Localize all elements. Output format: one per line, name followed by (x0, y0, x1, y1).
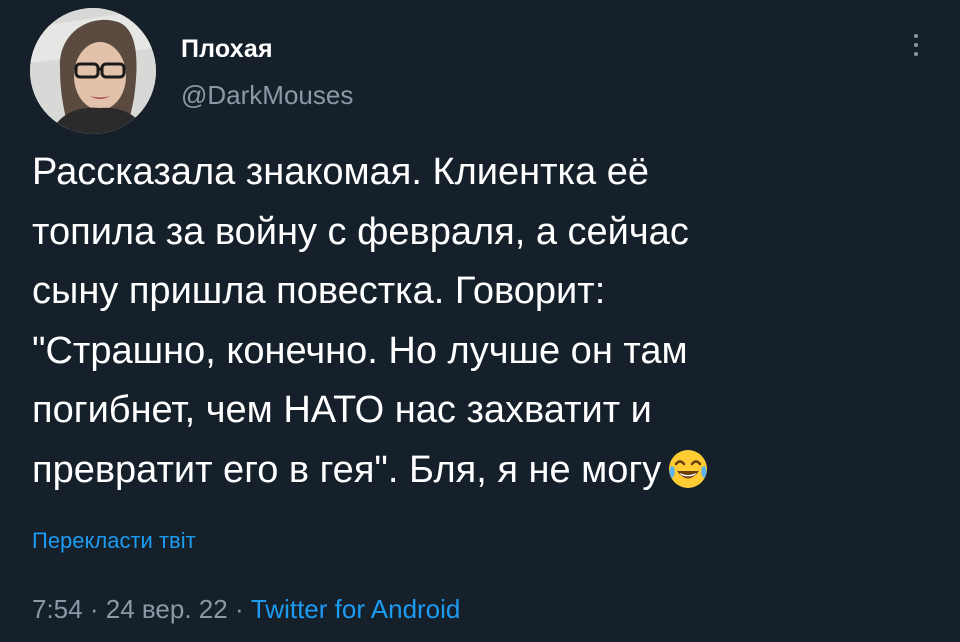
meta-separator: · (89, 594, 99, 624)
author-display-name[interactable]: Плохая (181, 35, 273, 64)
meta-separator: · (234, 594, 244, 624)
tweet-text-line-last: превратит его в гея". Бля, я не могу (32, 441, 932, 509)
tweet-source-link[interactable]: Twitter for Android (251, 594, 461, 624)
profile-photo-icon (30, 8, 156, 134)
tweet-text-line: Рассказала знакомая. Клиентка её (32, 151, 649, 193)
tweet-text-line: погибнет, чем НАТО нас захватит и (32, 389, 652, 431)
tweet-text-line: сыну пришла повестка. Говорит: (32, 270, 606, 312)
tweet-meta: 7:54 · 24 вер. 22 · Twitter for Android (32, 594, 460, 625)
tweet-text-line: "Страшно, конечно. Но лучше он там (32, 329, 688, 372)
avatar[interactable] (30, 8, 156, 134)
author-handle[interactable]: @DarkMouses (181, 80, 353, 111)
tweet-card: Плохая @DarkMouses Рассказала знакомая. … (0, 0, 960, 642)
tears-of-joy-emoji-icon (667, 448, 709, 509)
translate-tweet-link[interactable]: Перекласти твіт (32, 528, 196, 554)
tweet-date[interactable]: 24 вер. 22 (106, 594, 228, 624)
more-options-icon[interactable] (904, 30, 928, 68)
tweet-time[interactable]: 7:54 (32, 594, 83, 624)
tweet-text: Рассказала знакомая. Клиентка её топила … (32, 143, 932, 508)
tweet-text-line: превратит его в гея". Бля, я не могу (32, 448, 662, 491)
tweet-text-line: топила за войну с февраля, а сейчас (32, 210, 689, 253)
